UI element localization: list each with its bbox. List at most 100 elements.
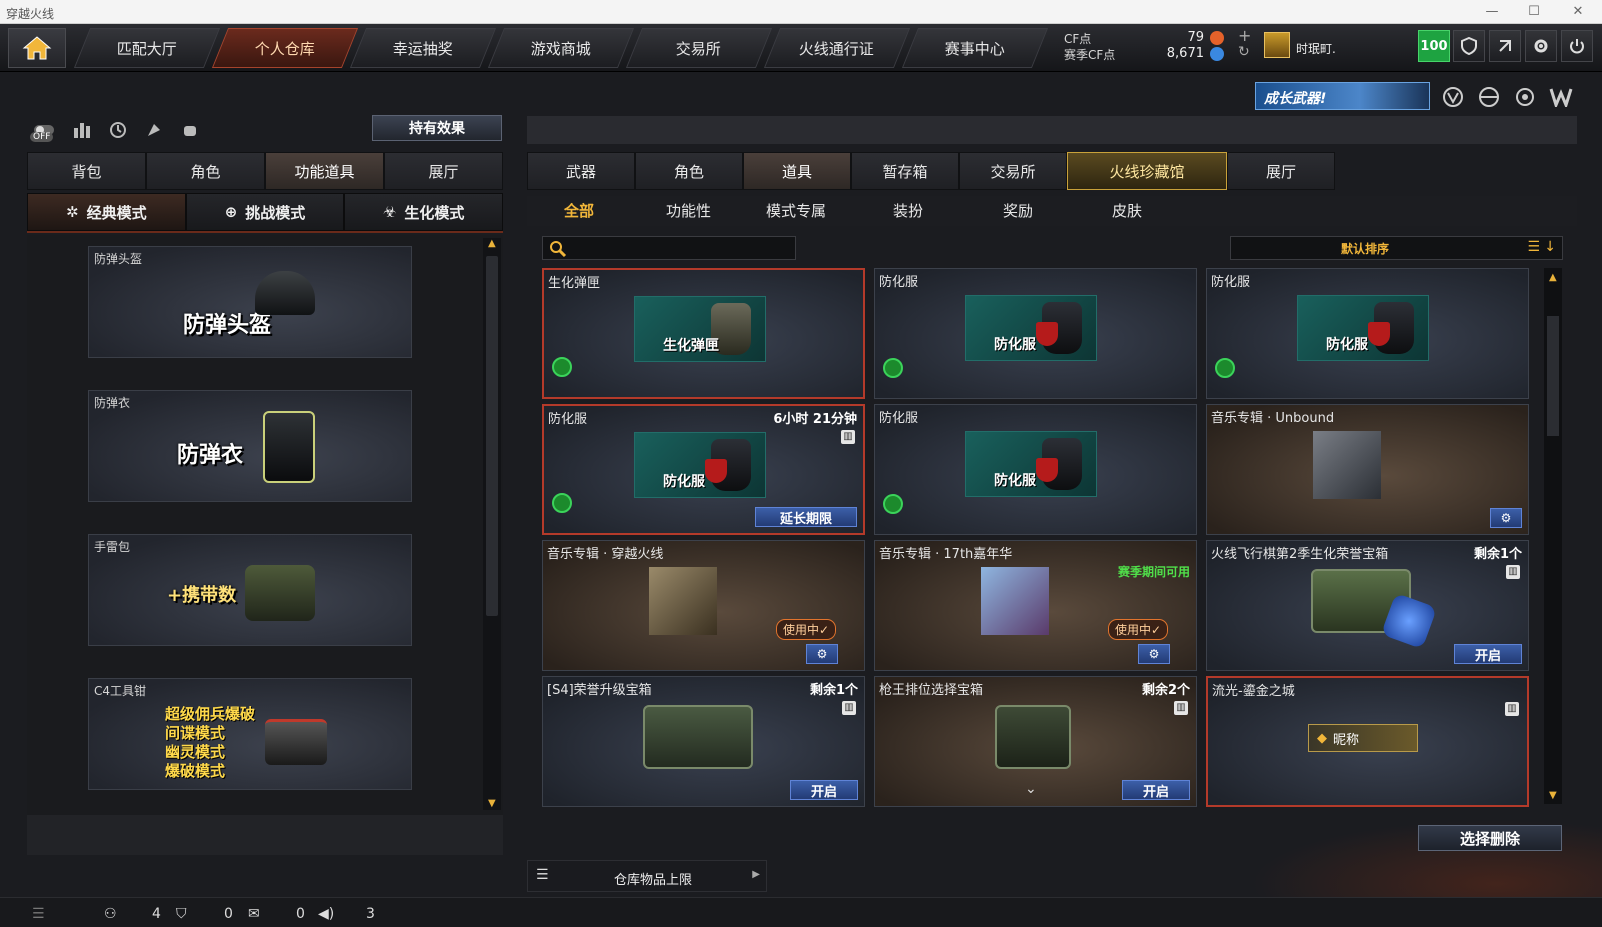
tab-backpack[interactable]: 背包 xyxy=(27,152,146,190)
history-icon[interactable] xyxy=(104,116,132,144)
scroll-down-icon[interactable]: ▼ xyxy=(1549,790,1557,801)
open-button[interactable]: 开启 xyxy=(1121,780,1190,800)
mode-zombie[interactable]: ☣ 生化模式 xyxy=(344,193,504,231)
item-card-s4-upgrade-box[interactable]: [S4]荣誉升级宝箱 剩余1个 ▥ 开启 xyxy=(542,676,865,807)
select-delete-button[interactable]: 选择删除 xyxy=(1418,825,1562,851)
trash-icon[interactable]: ▥ xyxy=(841,430,855,444)
tab-exhibition[interactable]: 展厅 xyxy=(1227,152,1335,190)
tab-function-items[interactable]: 功能道具 xyxy=(265,152,384,190)
hand-icon[interactable] xyxy=(140,116,168,144)
holding-effects-button[interactable]: 持有效果 xyxy=(372,115,502,141)
v-emblem-icon[interactable] xyxy=(1440,84,1466,110)
nav-tab-battle-pass[interactable]: 火线通行证 xyxy=(763,28,911,68)
item-card-hazmat-timed[interactable]: 防化服 6小时 21分钟 ▥ 防化服 延长期限 xyxy=(542,404,865,535)
tab-trade[interactable]: 交易所 xyxy=(959,152,1067,190)
nav-tab-game-mall[interactable]: 游戏商城 xyxy=(487,28,635,68)
item-card-album-unbound[interactable]: 音乐专辑 · Unbound ⚙ xyxy=(1206,404,1529,535)
w-logo-icon[interactable] xyxy=(1548,84,1574,110)
nav-tab-match-lobby[interactable]: 匹配大厅 xyxy=(73,28,221,68)
username[interactable]: 时珉町. xyxy=(1296,40,1336,57)
nav-tab-exchange[interactable]: 交易所 xyxy=(625,28,773,68)
mode-classic[interactable]: ✲ 经典模式 xyxy=(27,193,186,231)
subtab-all[interactable]: 全部 xyxy=(564,200,594,221)
trash-icon[interactable]: ▥ xyxy=(1506,565,1520,579)
stats-icon[interactable] xyxy=(68,116,96,144)
open-button[interactable]: 开启 xyxy=(1453,644,1522,664)
item-card-album-crossfire[interactable]: 音乐专辑 · 穿越火线 使用中✓ ⚙ xyxy=(542,540,865,671)
globe-icon[interactable] xyxy=(1476,84,1502,110)
trash-icon[interactable]: ▥ xyxy=(842,701,856,715)
open-button[interactable]: 开启 xyxy=(789,780,858,800)
chat-icon[interactable]: ✉ xyxy=(248,906,260,922)
item-card-hazmat-1[interactable]: 防化服 防化服 xyxy=(874,268,1197,399)
trash-icon[interactable]: ▥ xyxy=(1505,702,1519,716)
item-card-hazmat-2[interactable]: 防化服 防化服 xyxy=(1206,268,1529,399)
minimize-icon[interactable]: — xyxy=(1472,2,1512,22)
left-scrollbar-thumb[interactable] xyxy=(486,256,498,616)
subtab-cosmetic[interactable]: 装扮 xyxy=(893,200,923,221)
right-tab-bar: 武器 角色 道具 暂存箱 交易所 火线珍藏馆 展厅 xyxy=(527,152,1335,190)
scroll-up-icon[interactable]: ▲ xyxy=(1549,272,1557,283)
item-card-zombie-magazine[interactable]: 生化弹匣 生化弹匣 xyxy=(542,268,865,399)
item-c4-pliers[interactable]: C4工具钳 超级佣兵爆破 间谍模式 幽灵模式 爆破模式 xyxy=(88,678,412,790)
chevron-down-icon[interactable]: ⌄ xyxy=(1025,781,1037,797)
item-card-album-17th[interactable]: 音乐专辑 · 17th嘉年华 赛季期间可用 使用中✓ ⚙ xyxy=(874,540,1197,671)
sort-dropdown[interactable]: 默认排序 ☰ ↓ xyxy=(1230,236,1563,260)
nav-tab-lucky-draw[interactable]: 幸运抽奖 xyxy=(349,28,497,68)
nav-tab-personal-warehouse[interactable]: 个人仓库 xyxy=(211,28,359,68)
settings-gear-icon[interactable]: ⚙ xyxy=(1138,644,1170,664)
tab-character[interactable]: 角色 xyxy=(146,152,265,190)
exit-room-icon[interactable] xyxy=(1489,30,1521,62)
speaker-icon[interactable]: ◀) xyxy=(318,906,334,922)
hazmat-image: 防化服 xyxy=(965,431,1097,497)
target-icon[interactable] xyxy=(1512,84,1538,110)
sort-order-icon[interactable]: ↓ xyxy=(1544,239,1556,255)
home-icon xyxy=(22,36,52,60)
item-card-hazmat-3[interactable]: 防化服 防化服 xyxy=(874,404,1197,535)
home-button[interactable] xyxy=(8,28,66,68)
item-helmet[interactable]: 防弹头盔 防弹头盔 xyxy=(88,246,412,358)
warehouse-capacity-bar[interactable]: ☰ 仓库物品上限 ▶ xyxy=(527,860,767,892)
friends-icon[interactable]: ⚇ xyxy=(104,906,117,922)
right-scrollbar-thumb[interactable] xyxy=(1547,316,1559,436)
shield-icon[interactable] xyxy=(1453,30,1485,62)
maximize-icon[interactable]: ☐ xyxy=(1514,2,1554,22)
tab-showroom[interactable]: 展厅 xyxy=(384,152,503,190)
subtab-functional[interactable]: 功能性 xyxy=(666,200,711,221)
list-view-icon[interactable]: ☰ xyxy=(1527,239,1540,255)
close-icon[interactable]: ✕ xyxy=(1558,2,1598,22)
left-footer xyxy=(27,815,503,855)
gear-icon[interactable] xyxy=(1525,30,1557,62)
tab-collection-hall[interactable]: 火线珍藏馆 xyxy=(1067,152,1227,190)
clan-shield-icon[interactable]: ⛉ xyxy=(176,906,187,922)
scroll-down-icon[interactable]: ▼ xyxy=(488,798,496,809)
power-icon[interactable] xyxy=(1561,30,1593,62)
settings-gear-icon[interactable]: ⚙ xyxy=(806,644,838,664)
biohazard-icon xyxy=(1215,358,1235,378)
settings-gear-icon[interactable]: ⚙ xyxy=(1490,508,1522,528)
helmet-image xyxy=(255,271,315,315)
item-grenade-pack[interactable]: 手雷包 +携带数 xyxy=(88,534,412,646)
tab-weapons[interactable]: 武器 xyxy=(527,152,635,190)
tab-roles[interactable]: 角色 xyxy=(635,152,743,190)
item-card-golden-city[interactable]: 流光-鎏金之城 ▥ ◆ 昵称 xyxy=(1206,676,1529,807)
subtab-reward[interactable]: 奖励 xyxy=(1003,200,1033,221)
add-points-icon[interactable]: + xyxy=(1238,26,1251,45)
item-armor[interactable]: 防弹衣 防弹衣 xyxy=(88,390,412,502)
mode-challenge[interactable]: ⊕ 挑战模式 xyxy=(185,193,345,231)
growth-weapon-banner[interactable]: 成长武器! xyxy=(1255,82,1430,110)
fist-icon[interactable] xyxy=(176,116,204,144)
item-card-gunking-box[interactable]: 枪王排位选择宝箱 剩余2个 ▥ ⌄ 开启 xyxy=(874,676,1197,807)
subtab-skin[interactable]: 皮肤 xyxy=(1112,200,1142,221)
menu-icon[interactable]: ☰ xyxy=(32,906,45,922)
trash-icon[interactable]: ▥ xyxy=(1174,701,1188,715)
tab-storage-box[interactable]: 暂存箱 xyxy=(851,152,959,190)
scroll-up-icon[interactable]: ▲ xyxy=(488,238,496,249)
nav-tab-event-center[interactable]: 赛事中心 xyxy=(901,28,1049,68)
tab-props[interactable]: 道具 xyxy=(743,152,851,190)
search-input[interactable] xyxy=(542,236,796,260)
subtab-mode-exclusive[interactable]: 模式专属 xyxy=(766,200,826,221)
extend-duration-button[interactable]: 延长期限 xyxy=(755,507,857,527)
item-card-flight-chess-box[interactable]: 火线飞行棋第2季生化荣誉宝箱 剩余1个 ▥ 开启 xyxy=(1206,540,1529,671)
refresh-icon[interactable]: ↻ xyxy=(1238,44,1250,60)
